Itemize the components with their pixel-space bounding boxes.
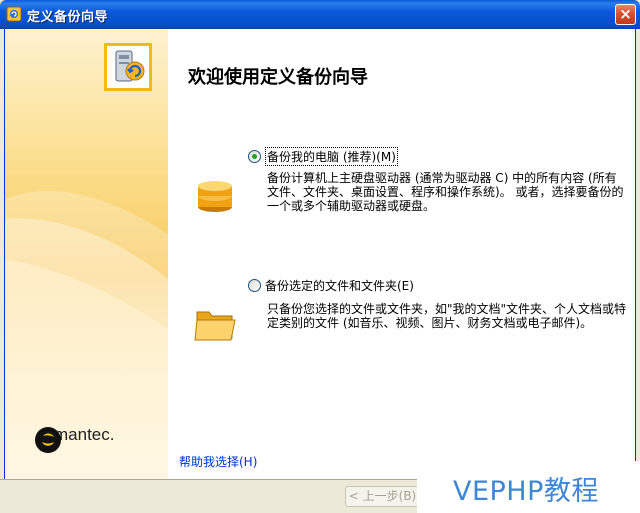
symantec-logo-icon (35, 427, 61, 453)
title-bar[interactable]: 定义备份向导 × (0, 0, 640, 29)
back-button[interactable]: < 上一步(B) (345, 486, 420, 507)
wizard-icon (104, 43, 152, 91)
watermark: VEPHP教程 (417, 461, 640, 513)
radio-backup-files[interactable] (248, 279, 261, 292)
folder-icon (194, 311, 236, 341)
page-title: 欢迎使用定义备份向导 (188, 67, 368, 88)
wizard-window: 定义备份向导 × symantec. 欢迎使用定义备份向导 备份我的电脑 (推荐… (0, 0, 640, 513)
window-title: 定义备份向导 (27, 10, 109, 25)
wizard-body: symantec. 欢迎使用定义备份向导 备份我的电脑 (推荐)(M) 备份计算… (4, 29, 636, 479)
option-backup-computer[interactable]: 备份我的电脑 (推荐)(M) (248, 147, 398, 166)
side-panel: symantec. (5, 29, 168, 479)
option-backup-computer-desc: 备份计算机上主硬盘驱动器 (通常为驱动器 C) 中的所有内容 (所有文件、文件夹… (267, 171, 624, 213)
wizard-main: 欢迎使用定义备份向导 备份我的电脑 (推荐)(M) 备份计算机上主硬盘驱动器 (… (168, 29, 637, 479)
wizard-app-icon (6, 6, 22, 22)
backup-computer-icon (115, 50, 145, 82)
option-backup-computer-label[interactable]: 备份我的电脑 (推荐)(M) (265, 147, 398, 166)
watermark-text: VEPHP教程 (453, 476, 599, 507)
drive-stack-icon (198, 181, 232, 212)
side-panel-swoosh (5, 191, 168, 479)
close-button[interactable]: × (615, 4, 636, 25)
radio-backup-computer[interactable] (248, 150, 261, 163)
symantec-logo: symantec. (33, 425, 114, 453)
option-backup-files-label[interactable]: 备份选定的文件和文件夹(E) (265, 277, 414, 294)
option-backup-files-desc: 只备份您选择的文件或文件夹，如"我的文档"文件夹、个人文档或特定类别的文件 (如… (267, 302, 627, 330)
option-backup-files[interactable]: 备份选定的文件和文件夹(E) (248, 277, 414, 294)
help-me-choose-link[interactable]: 帮助我选择(H) (179, 453, 257, 470)
